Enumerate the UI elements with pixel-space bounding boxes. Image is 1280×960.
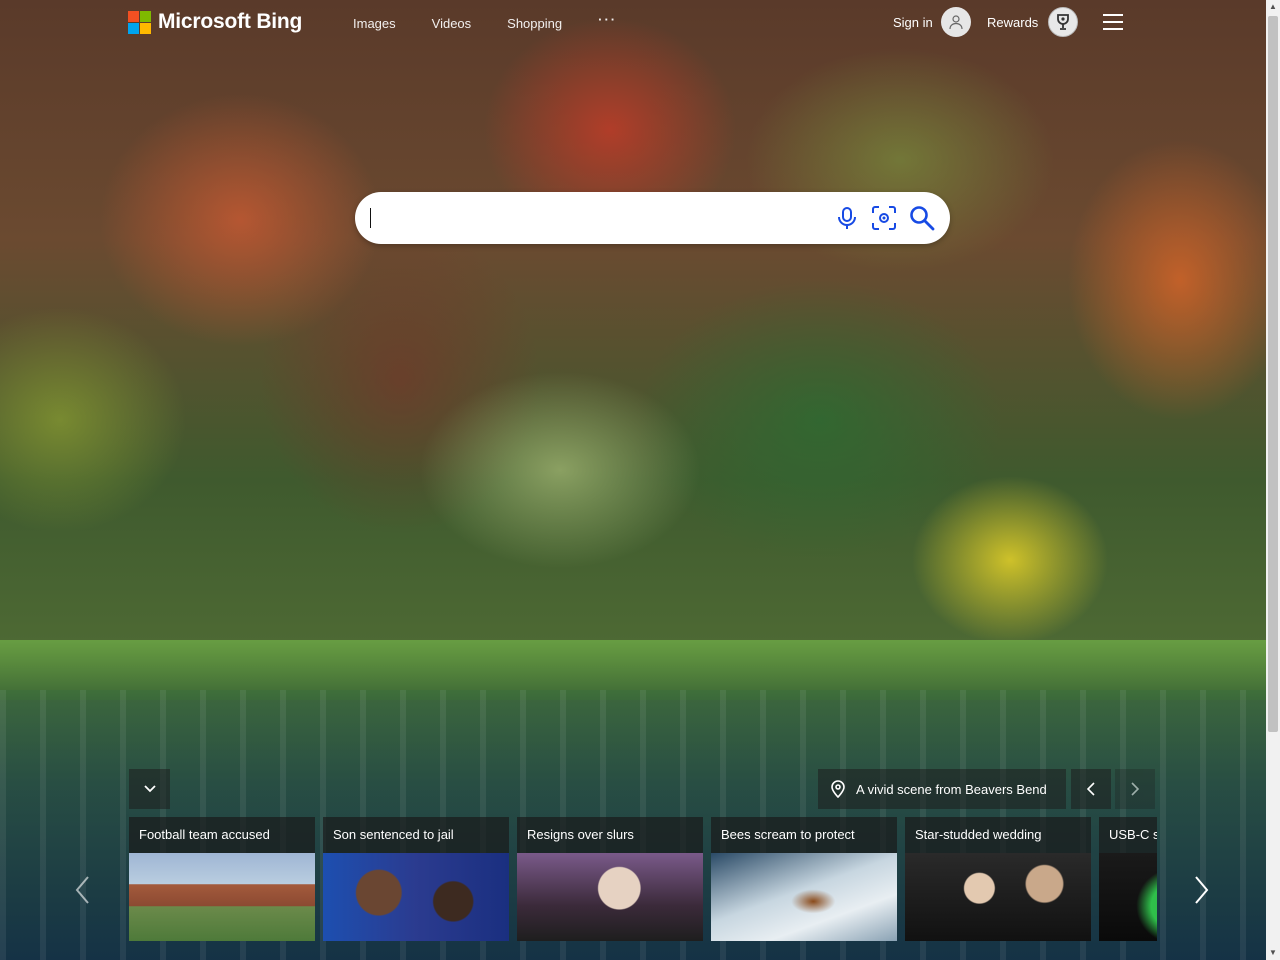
carousel-next-button[interactable] bbox=[1187, 868, 1217, 912]
news-card-image bbox=[517, 853, 703, 941]
news-card[interactable]: Son sentenced to jail bbox=[323, 817, 509, 941]
search-input[interactable] bbox=[369, 204, 813, 234]
image-caption-text: A vivid scene from Beavers Bend bbox=[856, 781, 1047, 797]
visual-search-icon[interactable] bbox=[870, 204, 898, 232]
news-card[interactable]: USB-C s bbox=[1099, 817, 1157, 941]
chevron-right-icon bbox=[1195, 876, 1209, 904]
news-card-title: Son sentenced to jail bbox=[333, 827, 454, 842]
rewards-label: Rewards bbox=[987, 14, 1039, 30]
scroll-thumb[interactable] bbox=[1268, 16, 1278, 732]
nav-images[interactable]: Images bbox=[353, 16, 396, 31]
hamburger-menu-icon[interactable] bbox=[1103, 14, 1123, 35]
news-card-image bbox=[1099, 853, 1157, 941]
news-card-title: USB-C s bbox=[1109, 827, 1157, 842]
background-image bbox=[0, 0, 1266, 960]
bing-logo[interactable]: Microsoft Bing bbox=[128, 10, 302, 34]
logo-text: Microsoft Bing bbox=[158, 10, 303, 33]
microsoft-logo-icon bbox=[128, 10, 151, 34]
news-card-image bbox=[905, 853, 1091, 941]
scrollbar[interactable]: ▲ ▼ bbox=[1266, 0, 1280, 960]
rewards-trophy-icon bbox=[1048, 7, 1079, 37]
scroll-up-icon[interactable]: ▲ bbox=[1266, 0, 1280, 14]
sign-in-button[interactable]: Sign in bbox=[893, 7, 971, 37]
image-caption[interactable]: A vivid scene from Beavers Bend bbox=[818, 769, 1066, 809]
chevron-left-icon bbox=[75, 876, 89, 904]
search-box bbox=[355, 192, 950, 244]
nav-more-button[interactable]: ··· bbox=[598, 12, 617, 27]
next-image-button[interactable] bbox=[1115, 769, 1155, 809]
header: Microsoft Bing Images Videos Shopping ··… bbox=[0, 0, 1266, 48]
news-card-title: Football team accused bbox=[139, 827, 270, 842]
carousel-previous-button[interactable] bbox=[67, 868, 97, 912]
chevron-down-icon bbox=[143, 785, 156, 793]
previous-image-button[interactable] bbox=[1071, 769, 1111, 809]
top-nav: Images Videos Shopping ··· bbox=[353, 12, 617, 31]
news-card-title: Star-studded wedding bbox=[915, 827, 1042, 842]
microphone-icon[interactable] bbox=[833, 204, 861, 232]
news-card[interactable]: Resigns over slurs bbox=[517, 817, 703, 941]
nav-shopping[interactable]: Shopping bbox=[507, 16, 562, 31]
news-card-title: Bees scream to protect bbox=[721, 827, 855, 842]
news-card-image bbox=[323, 853, 509, 941]
collapse-news-button[interactable] bbox=[129, 769, 170, 809]
text-caret bbox=[370, 208, 371, 228]
news-card-title: Resigns over slurs bbox=[527, 827, 634, 842]
nav-videos[interactable]: Videos bbox=[432, 16, 472, 31]
location-pin-icon bbox=[830, 780, 846, 798]
news-carousel: Football team accused Son sentenced to j… bbox=[129, 817, 1157, 941]
chevron-left-icon bbox=[1086, 782, 1095, 796]
news-card[interactable]: Bees scream to protect bbox=[711, 817, 897, 941]
news-card-image bbox=[711, 853, 897, 941]
sign-in-label: Sign in bbox=[893, 14, 933, 30]
chevron-right-icon bbox=[1131, 782, 1140, 796]
news-card-image bbox=[129, 853, 315, 941]
search-icon[interactable] bbox=[908, 204, 936, 232]
news-card[interactable]: Star-studded wedding bbox=[905, 817, 1091, 941]
rewards-button[interactable]: Rewards bbox=[987, 7, 1079, 37]
scroll-down-icon[interactable]: ▼ bbox=[1266, 946, 1280, 960]
news-card[interactable]: Football team accused bbox=[129, 817, 315, 941]
avatar-icon bbox=[940, 7, 971, 37]
